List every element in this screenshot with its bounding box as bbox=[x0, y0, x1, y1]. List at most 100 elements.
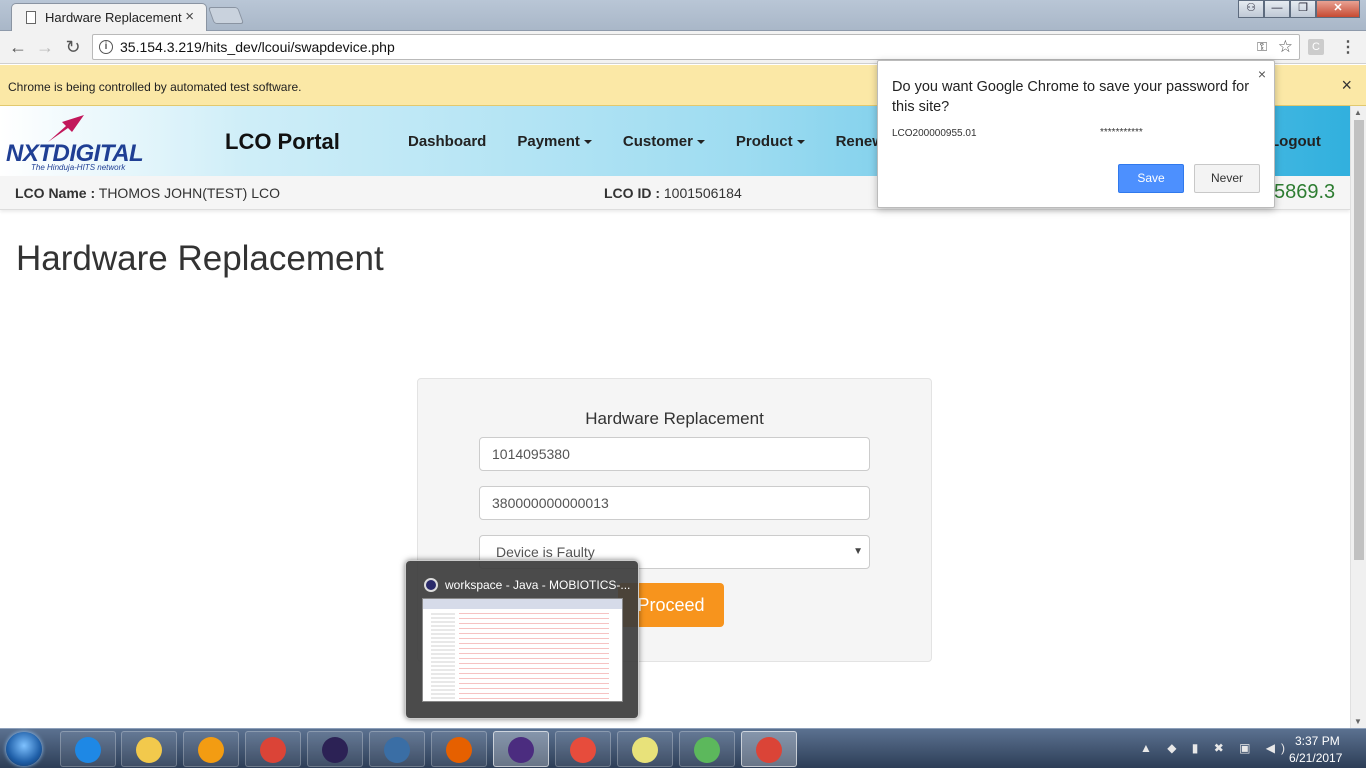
nav-item-customer[interactable]: Customer bbox=[623, 133, 705, 150]
nav-item-label: Payment bbox=[517, 133, 580, 150]
lco-name-label: LCO Name : bbox=[15, 185, 96, 201]
clock-date[interactable]: 6/21/2017 bbox=[1289, 751, 1342, 765]
infobar-text: Chrome is being controlled by automated … bbox=[8, 80, 302, 94]
portal-title: LCO Portal bbox=[225, 129, 340, 154]
scroll-down-icon[interactable]: ▼ bbox=[1354, 717, 1362, 726]
infobar-close-icon[interactable]: × bbox=[1341, 75, 1352, 96]
balance-amount: 5869.3 bbox=[1274, 181, 1336, 203]
java-ee-ide-icon bbox=[508, 737, 534, 763]
taskbar-item[interactable] bbox=[617, 731, 673, 767]
taskbar-thumbnail-popup[interactable]: workspace - Java - MOBIOTICS-... bbox=[405, 560, 639, 719]
tool-icon bbox=[570, 737, 596, 763]
clock-time[interactable]: 3:37 PM bbox=[1295, 734, 1340, 748]
scroll-thumb[interactable] bbox=[1354, 120, 1364, 560]
info-icon[interactable]: i bbox=[99, 40, 113, 54]
taskbar-item[interactable] bbox=[741, 731, 797, 767]
dropdown-arrow-icon: ▼ bbox=[853, 546, 863, 557]
page-icon bbox=[26, 11, 36, 24]
file-explorer-icon bbox=[136, 737, 162, 763]
nav-item-label: Product bbox=[735, 133, 793, 150]
nav-item-label: Customer bbox=[622, 133, 693, 150]
preview-toolbar bbox=[423, 599, 622, 609]
logout-link[interactable]: Logout bbox=[1270, 133, 1321, 150]
bookmark-star-icon[interactable]: ☆ bbox=[1278, 37, 1293, 57]
extension-icon[interactable]: C bbox=[1308, 39, 1324, 55]
scroll-up-icon[interactable]: ▲ bbox=[1354, 108, 1362, 117]
preview-editor bbox=[459, 613, 609, 699]
save-password-button[interactable]: Save bbox=[1118, 164, 1184, 193]
taskbar-item[interactable] bbox=[307, 731, 363, 767]
taskbar-item[interactable] bbox=[555, 731, 611, 767]
saved-password[interactable]: *********** bbox=[1100, 127, 1143, 138]
save-password-question: Do you want Google Chrome to save your p… bbox=[892, 79, 1250, 115]
key-icon[interactable]: ⚿ bbox=[1257, 39, 1267, 55]
firefox-icon bbox=[446, 737, 472, 763]
url-text: 35.154.3.219/hits_dev/lcoui/swapdevice.p… bbox=[120, 39, 395, 55]
tab-title: Hardware Replacement bbox=[45, 10, 182, 25]
taskbar-item[interactable] bbox=[183, 731, 239, 767]
mysql-workbench-icon bbox=[384, 737, 410, 763]
utorrent-icon bbox=[694, 737, 720, 763]
page-scrollbar[interactable]: ▲ ▼ bbox=[1350, 106, 1366, 728]
chrome-icon bbox=[260, 737, 286, 763]
lco-id: LCO ID : 1001506184 bbox=[604, 185, 742, 201]
tray-icons[interactable]: ▲ ◆ ▮ ✖ ▣ ◀) bbox=[1140, 741, 1291, 755]
taskbar-item[interactable] bbox=[679, 731, 735, 767]
sticky-notes-icon bbox=[632, 737, 658, 763]
minimize-button[interactable]: — bbox=[1264, 0, 1290, 18]
panel-title: Hardware Replacement bbox=[585, 409, 764, 428]
tab-close-icon[interactable]: × bbox=[185, 8, 194, 25]
desktop-screen: Hardware Replacement × ⚇ — ❐ ✕ ← → ↻ i 3… bbox=[0, 0, 1366, 768]
taskbar-item[interactable] bbox=[60, 731, 116, 767]
nav-item-dashboard[interactable]: Dashboard bbox=[408, 133, 486, 150]
taskbar-item[interactable] bbox=[245, 731, 301, 767]
restore-button[interactable]: ❐ bbox=[1290, 0, 1316, 18]
start-button[interactable] bbox=[6, 732, 42, 766]
lco-name-value: THOMOS JOHN(TEST) LCO bbox=[98, 185, 280, 201]
logo-tagline: The Hinduja-HITS network bbox=[31, 163, 126, 172]
taskbar-item[interactable] bbox=[493, 731, 549, 767]
forward-button[interactable]: → bbox=[34, 36, 56, 58]
new-device-input[interactable]: 380000000000013 bbox=[479, 486, 870, 520]
window-close-button[interactable]: ✕ bbox=[1316, 0, 1360, 18]
eclipse-icon bbox=[424, 578, 438, 592]
back-button[interactable]: ← bbox=[7, 36, 29, 58]
caret-down-icon bbox=[796, 140, 805, 145]
system-tray: ▲ ◆ ▮ ✖ ▣ ◀) 3:37 PM 6/21/2017 bbox=[1138, 729, 1366, 768]
caret-down-icon bbox=[583, 140, 592, 145]
nxtdigital-logo[interactable]: NXTDIGITAL The Hinduja-HITS network bbox=[4, 112, 164, 172]
nav-item-product[interactable]: Product bbox=[736, 133, 805, 150]
eclipse-icon bbox=[322, 737, 348, 763]
user-icon[interactable]: ⚇ bbox=[1238, 0, 1264, 18]
internet-explorer-icon bbox=[75, 737, 101, 763]
save-password-bubble: Do you want Google Chrome to save your p… bbox=[877, 60, 1275, 208]
address-bar[interactable]: i 35.154.3.219/hits_dev/lcoui/swapdevice… bbox=[92, 34, 1300, 60]
lco-id-label: LCO ID : bbox=[604, 185, 660, 201]
page-title: Hardware Replacement bbox=[16, 239, 384, 278]
never-save-button[interactable]: Never bbox=[1194, 164, 1260, 193]
browser-tabbar: Hardware Replacement × ⚇ — ❐ ✕ bbox=[0, 0, 1366, 31]
media-player-icon bbox=[198, 737, 224, 763]
chrome-menu-icon[interactable]: ⋮ bbox=[1340, 37, 1356, 57]
old-device-input[interactable]: 1014095380 bbox=[479, 437, 870, 471]
preview-sidebar bbox=[431, 613, 455, 699]
thumbnail-title: workspace - Java - MOBIOTICS-... bbox=[445, 578, 631, 592]
window-preview[interactable] bbox=[422, 598, 623, 702]
main-nav: Dashboard Payment Customer Product Renew bbox=[408, 133, 927, 150]
reload-button[interactable]: ↻ bbox=[62, 36, 84, 58]
taskbar-item[interactable] bbox=[431, 731, 487, 767]
lco-id-value: 1001506184 bbox=[663, 185, 742, 201]
browser-tab[interactable]: Hardware Replacement × bbox=[11, 3, 207, 31]
taskbar-item[interactable] bbox=[369, 731, 425, 767]
saved-username[interactable]: LCO200000955.01 bbox=[892, 128, 977, 139]
nav-item-payment[interactable]: Payment bbox=[517, 133, 592, 150]
new-tab-button[interactable] bbox=[207, 7, 245, 24]
chrome-active-icon bbox=[756, 737, 782, 763]
caret-down-icon bbox=[696, 140, 705, 145]
nav-item-label: Dashboard bbox=[408, 133, 487, 150]
window-controls: ⚇ — ❐ ✕ bbox=[1238, 0, 1360, 18]
bubble-close-icon[interactable]: × bbox=[1258, 66, 1266, 82]
taskbar-item[interactable] bbox=[121, 731, 177, 767]
lco-name: LCO Name : THOMOS JOHN(TEST) LCO bbox=[15, 185, 280, 201]
windows-taskbar: ▲ ◆ ▮ ✖ ▣ ◀) 3:37 PM 6/21/2017 bbox=[0, 728, 1366, 768]
